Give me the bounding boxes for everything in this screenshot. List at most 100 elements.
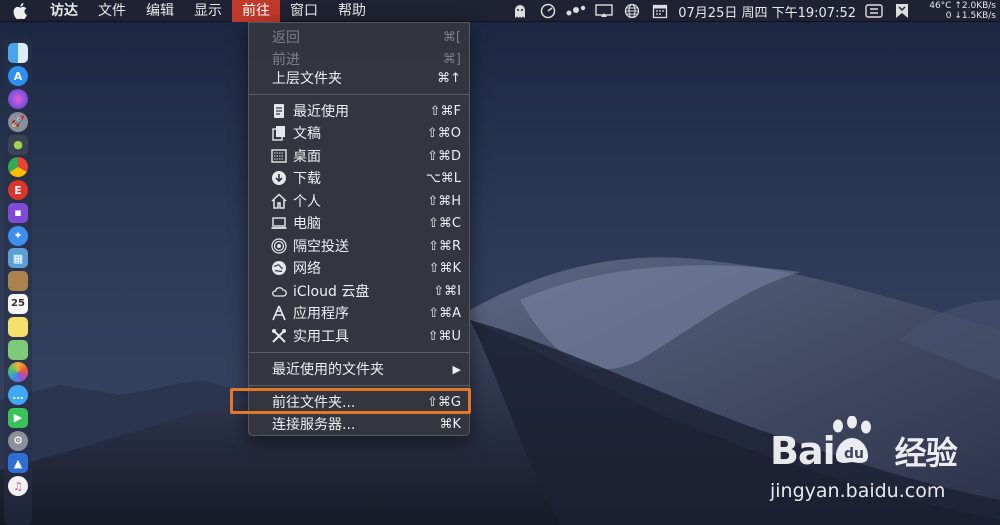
menu-item-label: 网络 (293, 261, 321, 277)
recents-icon (274, 104, 284, 118)
menu-item-shortcut: ⇧⌘U (427, 328, 461, 344)
menu-item-shortcut: ⇧⌘H (427, 193, 461, 209)
menu-item-downloads[interactable]: 下载 ⌥⌘L (249, 167, 469, 189)
menu-edit[interactable]: 编辑 (136, 0, 184, 22)
menu-item-shortcut: ⇧⌘O (426, 125, 461, 141)
menu-item-label: 应用程序 (293, 306, 349, 322)
menu-item-home[interactable]: 个人 ⇧⌘H (249, 190, 469, 212)
menu-file[interactable]: 文件 (88, 0, 136, 22)
menu-item-label: 最近使用的文件夹 (272, 362, 384, 378)
desktop-icon (271, 149, 287, 163)
menu-item-shortcut: ⇧⌘K (428, 260, 461, 276)
watermark-brand-suffix: 经验 (894, 434, 958, 472)
notes-brown-icon[interactable] (8, 271, 28, 292)
dots-icon[interactable] (565, 0, 587, 22)
menu-separator (249, 385, 469, 386)
menu-item-shortcut: ⌘K (439, 416, 461, 432)
input-method-icon[interactable] (863, 0, 885, 22)
menu-bar: 访达 文件 编辑 显示 前往 窗口 帮助 07月25日 周四 下午19:07:5… (0, 0, 1000, 22)
network-stats[interactable]: 46°C ↑2.0KB/s 0 ↓1.5KB/s (916, 1, 996, 21)
airdrop-icon (271, 238, 287, 254)
menu-item-shortcut: ⌘↑ (437, 70, 461, 86)
home-icon (271, 193, 287, 209)
maps-icon[interactable] (8, 339, 28, 360)
computer-icon (271, 217, 287, 229)
system-preferences-icon[interactable]: ⚙ (8, 430, 28, 451)
notes-icon[interactable] (8, 316, 28, 337)
apple-menu-icon[interactable] (0, 0, 40, 22)
launchpad-icon[interactable]: 🚀 (8, 111, 28, 132)
purple-app-icon[interactable]: ▪ (8, 202, 28, 223)
keynote-icon[interactable]: ▲ (8, 453, 28, 474)
red-app-icon[interactable]: E (8, 180, 28, 201)
menu-item-shortcut: ⌘[ (442, 29, 461, 45)
menu-item-shortcut: ⇧⌘D (427, 148, 461, 164)
net-upload: ↑2.0KB/s (954, 1, 996, 11)
globe-icon[interactable] (621, 0, 643, 22)
utilities-icon (272, 329, 286, 343)
menu-item-label: 个人 (293, 194, 321, 210)
menu-item-recent-folders[interactable]: 最近使用的文件夹 ▶ (249, 358, 469, 380)
submenu-arrow-icon: ▶ (452, 362, 461, 376)
bookmark-app-icon[interactable] (891, 0, 913, 22)
menu-item-label: 上层文件夹 (272, 71, 342, 87)
menu-item-computer[interactable]: 电脑 ⇧⌘C (249, 212, 469, 234)
calendar-dock-icon[interactable]: 25 (8, 293, 28, 314)
siri-icon[interactable] (8, 88, 28, 109)
ghost-icon[interactable] (509, 0, 531, 22)
menu-item-connect-to-server[interactable]: 连接服务器... ⌘K (249, 413, 469, 435)
menu-go[interactable]: 前往 (232, 0, 280, 22)
menu-item-shortcut: ⇧⌘I (433, 283, 461, 299)
menu-item-label: 连接服务器... (272, 417, 356, 433)
network-icon (272, 261, 286, 275)
menu-item-shortcut: ⌘] (442, 51, 461, 67)
menubar-clock[interactable]: 07月25日 周四 下午19:07:52 (678, 2, 856, 21)
status-area: 07月25日 周四 下午19:07:52 46°C ↑2.0KB/s 0 ↓1.… (506, 0, 1000, 22)
dock: A 🚀 ● E ▪ ✦ ▦ 25 … ▶ ⚙ ▲ ♫ (4, 38, 32, 525)
display-mirroring-icon[interactable] (593, 0, 615, 22)
preview-icon[interactable]: ▦ (8, 248, 28, 269)
menu-separator (249, 352, 469, 353)
menu-item-label: iCloud 云盘 (293, 284, 370, 300)
menu-separator (249, 94, 469, 95)
menu-item-label: 最近使用 (293, 104, 349, 120)
menu-item-icloud-drive[interactable]: iCloud 云盘 ⇧⌘I (249, 280, 469, 302)
menu-item-label: 返回 (272, 30, 300, 46)
documents-icon (272, 126, 285, 141)
app-store-icon[interactable]: A (8, 66, 28, 87)
messages-icon[interactable]: … (8, 385, 28, 406)
menu-item-label: 电脑 (293, 216, 321, 232)
menu-item-airdrop[interactable]: 隔空投送 ⇧⌘R (249, 235, 469, 257)
temperature: 46°C (929, 1, 952, 11)
finder-icon[interactable] (8, 43, 28, 64)
menu-finder[interactable]: 访达 (40, 0, 88, 22)
menu-item-enclosing-folder[interactable]: 上层文件夹 ⌘↑ (249, 67, 469, 89)
menu-item-utilities[interactable]: 实用工具 ⇧⌘U (249, 325, 469, 347)
itunes-icon[interactable]: ♫ (8, 476, 28, 497)
menu-item-label: 下载 (293, 171, 321, 187)
highlight-annotation (230, 388, 471, 414)
menu-item-back[interactable]: 返回 ⌘[ (249, 26, 469, 48)
menu-item-desktop[interactable]: 桌面 ⇧⌘D (249, 145, 469, 167)
speedometer-icon[interactable] (537, 0, 559, 22)
android-icon[interactable]: ● (8, 134, 28, 155)
watermark-brand-text: Bai (770, 429, 836, 473)
menu-window[interactable]: 窗口 (280, 0, 328, 22)
menu-item-recents[interactable]: 最近使用 ⇧⌘F (249, 100, 469, 122)
safari-icon[interactable]: ✦ (8, 225, 28, 246)
icloud-icon (272, 287, 287, 297)
menu-item-label: 隔空投送 (293, 239, 349, 255)
menu-item-network[interactable]: 网络 ⇧⌘K (249, 257, 469, 279)
chrome-icon[interactable] (8, 157, 28, 178)
calendar-icon[interactable] (649, 0, 671, 22)
menu-item-documents[interactable]: 文稿 ⇧⌘O (249, 122, 469, 144)
menu-view[interactable]: 显示 (184, 0, 232, 22)
menu-item-applications[interactable]: 应用程序 ⇧⌘A (249, 302, 469, 324)
facetime-icon[interactable]: ▶ (8, 407, 28, 428)
menu-item-shortcut: ⇧⌘R (428, 238, 461, 254)
menu-help[interactable]: 帮助 (328, 0, 376, 22)
menu-item-shortcut: ⌥⌘L (425, 170, 461, 186)
photos-icon[interactable] (8, 362, 28, 383)
menu-item-label: 前进 (272, 52, 300, 68)
net-down-prefix: 0 (945, 11, 952, 21)
